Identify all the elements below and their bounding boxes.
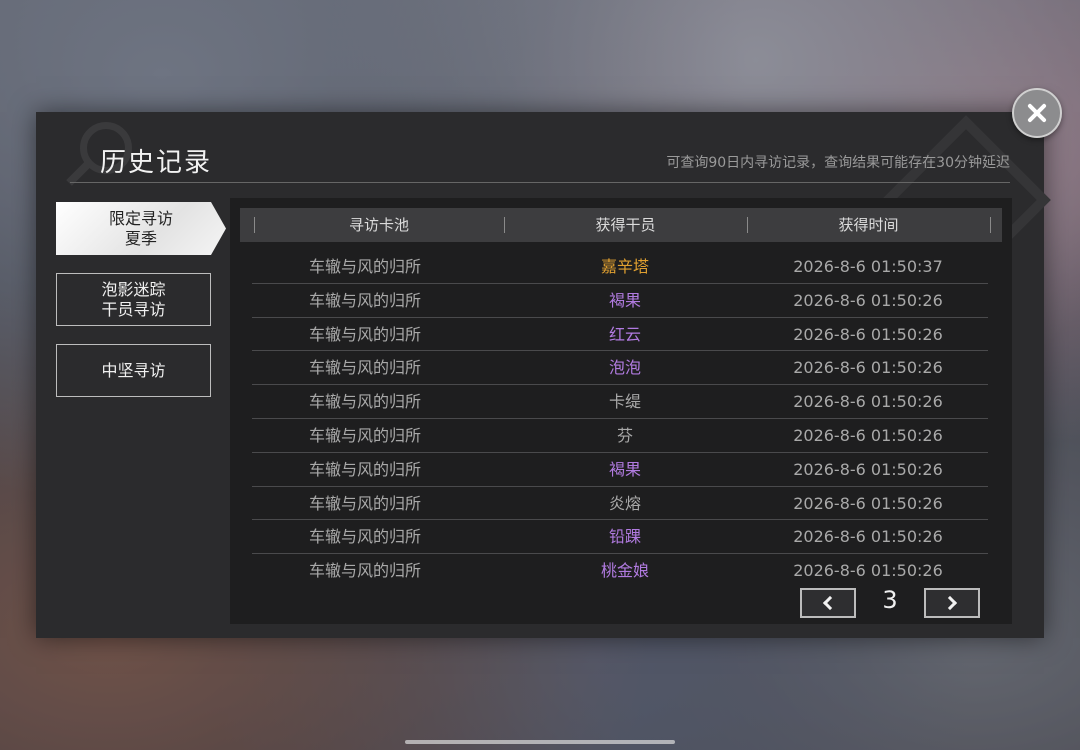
tab-limited-summer[interactable]: 限定寻访 夏季: [56, 202, 226, 255]
page-title: 历史记录: [100, 148, 213, 178]
time-cell: 2026-8-6 01:50:26: [793, 493, 943, 513]
table-row: 车辙与风的归所 泡泡 2026-8-6 01:50:26: [252, 351, 988, 386]
table-row: 车辙与风的归所 卡缇 2026-8-6 01:50:26: [252, 385, 988, 419]
pool-cell: 车辙与风的归所: [308, 392, 421, 412]
time-cell: 2026-8-6 01:50:26: [793, 324, 943, 344]
pool-cell: 车辙与风的归所: [308, 493, 421, 513]
time-cell: 2026-8-6 01:50:26: [793, 561, 943, 581]
next-page-button[interactable]: [924, 588, 980, 618]
pool-cell: 车辙与风的归所: [308, 425, 421, 445]
table-row: 车辙与风的归所 褐果 2026-8-6 01:50:26: [252, 453, 988, 487]
pool-cell: 车辙与风的归所: [308, 290, 421, 310]
close-button[interactable]: [1012, 88, 1062, 138]
record-list: 寻访卡池 获得干员 获得时间 车辙与风的归所 嘉辛塔 2026-8-6 01:50:…: [230, 198, 1012, 624]
query-note: 可查询90日内寻访记录，查询结果可能存在30分钟延迟: [666, 155, 1010, 171]
operator-cell: 嘉辛塔: [600, 257, 649, 276]
column-header-operator: 获得干员: [595, 216, 656, 234]
header-divider: [70, 182, 1010, 183]
table-row: 车辙与风的归所 铅踝 2026-8-6 01:50:26: [252, 520, 988, 555]
table-row: 车辙与风的归所 炎熔 2026-8-6 01:50:26: [252, 487, 988, 521]
pool-cell: 车辙与风的归所: [308, 527, 421, 547]
pool-cell: 车辙与风的归所: [308, 358, 421, 378]
operator-cell: 铅踝: [608, 527, 641, 547]
tab-label: 限定寻访 夏季: [108, 208, 173, 248]
operator-cell: 炎熔: [608, 493, 641, 513]
tab-standard[interactable]: 中坚寻访: [56, 344, 211, 397]
pool-cell: 车辙与风的归所: [308, 561, 421, 581]
time-cell: 2026-8-6 01:50:26: [793, 459, 943, 479]
table-header: 寻访卡池 获得干员 获得时间: [240, 208, 1002, 242]
time-cell: 2026-8-6 01:50:26: [793, 358, 943, 378]
chevron-right-icon: [942, 595, 958, 611]
operator-cell: 褐果: [608, 290, 641, 310]
header-separator: [990, 217, 991, 233]
pool-cell: 车辙与风的归所: [308, 257, 421, 276]
column-header-pool: 寻访卡池: [348, 216, 409, 234]
page-number: 3: [882, 586, 898, 614]
table-row: 车辙与风的归所 红云 2026-8-6 01:50:26: [252, 318, 988, 352]
operator-cell: 桃金娘: [600, 561, 649, 581]
table-body: 车辙与风的归所 嘉辛塔 2026-8-6 01:50:37 车辙与风的归所 褐果 2026…: [252, 250, 988, 588]
operator-cell: 芬: [616, 425, 633, 445]
time-cell: 2026-8-6 01:50:26: [793, 425, 943, 445]
table-row: 车辙与风的归所 嘉辛塔 2026-8-6 01:50:37: [252, 250, 988, 284]
table-row: 车辙与风的归所 褐果 2026-8-6 01:50:26: [252, 284, 988, 318]
tab-phantom-operator[interactable]: 泡影迷踪 干员寻访: [56, 273, 211, 326]
pool-cell: 车辙与风的归所: [308, 459, 421, 479]
history-panel: 历史记录 可查询90日内寻访记录，查询结果可能存在30分钟延迟 限定寻访 夏季 …: [36, 112, 1051, 638]
operator-cell: 褐果: [608, 459, 641, 479]
time-cell: 2026-8-6 01:50:26: [793, 392, 943, 412]
home-indicator: [405, 740, 675, 744]
column-header-time: 获得时间: [838, 216, 899, 234]
chevron-left-icon: [822, 595, 838, 611]
tab-label: 中坚寻访: [101, 360, 166, 380]
tab-label: 泡影迷踪 干员寻访: [101, 279, 166, 319]
operator-cell: 泡泡: [608, 358, 641, 378]
table-row: 车辙与风的归所 桃金娘 2026-8-6 01:50:26: [252, 554, 988, 588]
prev-page-button[interactable]: [800, 588, 856, 618]
time-cell: 2026-8-6 01:50:37: [793, 257, 943, 276]
operator-cell: 红云: [608, 324, 641, 344]
table-row: 车辙与风的归所 芬 2026-8-6 01:50:26: [252, 419, 988, 453]
time-cell: 2026-8-6 01:50:26: [793, 290, 943, 310]
operator-cell: 卡缇: [608, 392, 641, 412]
time-cell: 2026-8-6 01:50:26: [793, 527, 943, 547]
pool-cell: 车辙与风的归所: [308, 324, 421, 344]
